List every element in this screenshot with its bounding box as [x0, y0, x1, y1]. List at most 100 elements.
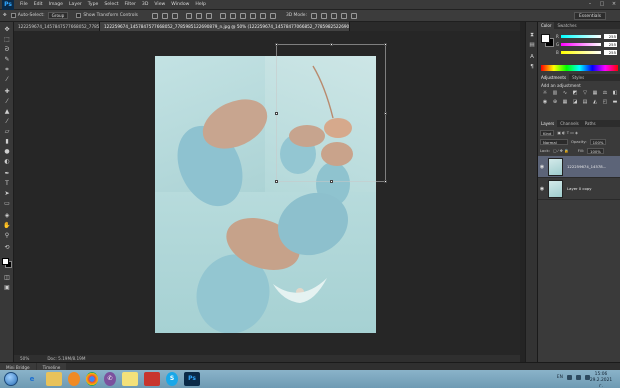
distribute-bottom-icon[interactable]: [239, 12, 246, 19]
photoshop-taskbar-icon[interactable]: Ps: [184, 372, 200, 386]
history-icon[interactable]: ⧗: [528, 32, 536, 39]
color-lookup-icon[interactable]: ▦: [562, 99, 568, 105]
gradient-map-icon[interactable]: ▬: [612, 99, 618, 105]
blue-track[interactable]: [561, 51, 601, 54]
eye-icon[interactable]: ◉: [538, 186, 546, 192]
fill-input[interactable]: 100%: [587, 147, 604, 154]
transform-bounding-box[interactable]: [275, 43, 387, 183]
sticky-notes-icon[interactable]: [122, 372, 138, 386]
foreground-color-swatch[interactable]: [2, 258, 9, 265]
auto-select-checkbox[interactable]: [10, 13, 16, 18]
distribute-hcenter-icon[interactable]: [259, 12, 266, 19]
tab-styles[interactable]: Styles: [569, 74, 587, 81]
marquee-tool-icon[interactable]: ⬚: [3, 36, 11, 43]
color-spectrum[interactable]: [541, 65, 618, 71]
align-vcenter-icon[interactable]: [161, 12, 168, 19]
3d-tool-icon[interactable]: ◈: [3, 212, 11, 219]
opacity-input[interactable]: 100%: [589, 138, 607, 145]
maximize-icon[interactable]: □: [598, 1, 606, 8]
skype-icon[interactable]: S: [166, 372, 178, 386]
black-white-icon[interactable]: ◧: [612, 90, 618, 96]
transform-handle-tc[interactable]: [330, 43, 333, 46]
kind-filter-dropdown[interactable]: Kind: [540, 129, 555, 136]
eraser-tool-icon[interactable]: ▱: [3, 128, 11, 135]
menu-image[interactable]: Image: [49, 2, 63, 7]
menu-view[interactable]: View: [154, 2, 165, 7]
transform-handle-tl[interactable]: [275, 43, 278, 46]
3d-rotate-icon[interactable]: [310, 12, 317, 19]
menu-window[interactable]: Window: [171, 2, 189, 7]
ie-icon[interactable]: e: [24, 372, 40, 386]
distribute-vcenter-icon[interactable]: [229, 12, 236, 19]
menu-filter[interactable]: Filter: [125, 2, 136, 7]
move-tool-icon[interactable]: ✥: [3, 26, 11, 33]
levels-icon[interactable]: ▥: [552, 90, 558, 96]
align-bottom-icon[interactable]: [171, 12, 178, 19]
tab-channels[interactable]: Channels: [557, 120, 582, 127]
transform-handle-ml[interactable]: [275, 112, 278, 115]
workspace-switcher[interactable]: Essentials: [574, 12, 606, 20]
eye-icon[interactable]: ◉: [538, 164, 546, 170]
app-icon-red[interactable]: [144, 372, 160, 386]
gradient-tool-icon[interactable]: ▮: [3, 138, 11, 145]
blend-mode-dropdown[interactable]: Normal: [540, 138, 568, 145]
3d-drag-icon[interactable]: [330, 12, 337, 19]
menu-help[interactable]: Help: [195, 2, 205, 7]
menu-select[interactable]: Select: [104, 2, 118, 7]
3d-roll-icon[interactable]: [320, 12, 327, 19]
blur-tool-icon[interactable]: ●: [3, 148, 11, 155]
align-hcenter-icon[interactable]: [195, 12, 202, 19]
tab-document-2[interactable]: 122259674_1457847577668052_7785985122690…: [100, 22, 350, 31]
align-left-icon[interactable]: [185, 12, 192, 19]
menu-layer[interactable]: Layer: [69, 2, 82, 7]
brush-tool-icon[interactable]: ⁄: [3, 98, 11, 105]
transform-handle-mr[interactable]: [384, 112, 387, 115]
paragraph-icon[interactable]: ¶: [528, 64, 536, 71]
transform-handle-br[interactable]: [384, 180, 387, 183]
menu-3d[interactable]: 3D: [142, 2, 148, 7]
panel-foreground-swatch[interactable]: [541, 34, 550, 43]
viber-icon[interactable]: ✆: [104, 372, 116, 386]
zoom-tool-icon[interactable]: ⚲: [3, 232, 11, 239]
tray-network-icon[interactable]: [567, 375, 572, 380]
canvas-workspace[interactable]: [14, 31, 520, 355]
hue-saturation-icon[interactable]: ▦: [592, 90, 598, 96]
distribute-right-icon[interactable]: [269, 12, 276, 19]
menu-type[interactable]: Type: [88, 2, 99, 7]
layer-name[interactable]: Layer 0 copy: [567, 186, 617, 191]
blue-slider[interactable]: B 255: [556, 50, 619, 55]
posterize-icon[interactable]: ▤: [582, 99, 588, 105]
red-value[interactable]: 255: [604, 34, 617, 39]
color-balance-icon[interactable]: ⚖: [602, 90, 608, 96]
minimize-icon[interactable]: –: [586, 1, 594, 8]
threshold-icon[interactable]: ◭: [592, 99, 598, 105]
3d-slide-icon[interactable]: [340, 12, 347, 19]
distribute-left-icon[interactable]: [249, 12, 256, 19]
align-top-icon[interactable]: [151, 12, 158, 19]
screen-mode-icon[interactable]: ▣: [3, 284, 11, 291]
clone-stamp-icon[interactable]: ▲: [3, 108, 11, 115]
pen-tool-icon[interactable]: ✒: [3, 170, 11, 177]
channel-mixer-icon[interactable]: ⊕: [552, 99, 558, 105]
menu-file[interactable]: File: [20, 2, 28, 7]
red-slider[interactable]: R 255: [556, 34, 619, 39]
layer-name[interactable]: 122259674_14578...: [567, 164, 617, 169]
transform-handle-bc[interactable]: [330, 180, 333, 183]
selective-color-icon[interactable]: ◰: [602, 99, 608, 105]
crop-tool-icon[interactable]: ⌗: [3, 66, 11, 73]
shape-tool-icon[interactable]: ▭: [3, 200, 11, 207]
file-explorer-icon[interactable]: [46, 372, 62, 386]
tab-color[interactable]: Color: [538, 22, 555, 29]
quick-mask-icon[interactable]: ◫: [3, 274, 11, 281]
hand-tool-icon[interactable]: ✋: [3, 222, 11, 229]
green-slider[interactable]: G 255: [556, 42, 619, 47]
filter-icons[interactable]: ▣ ◐ T ▭ ◈: [557, 130, 578, 135]
language-indicator[interactable]: EN: [557, 375, 563, 380]
lock-icons[interactable]: ▢ ⁄ ✥ 🔒: [553, 148, 569, 153]
taskbar-clock[interactable]: 15:06 29.2.2021 г.: [588, 372, 614, 388]
tab-swatches[interactable]: Swatches: [554, 22, 579, 29]
layer-row[interactable]: ◉ 122259674_14578...: [538, 156, 620, 178]
history-brush-icon[interactable]: ⁄: [3, 118, 11, 125]
rotate-view-icon[interactable]: ⟲: [3, 244, 11, 251]
type-tool-icon[interactable]: T: [3, 180, 11, 187]
